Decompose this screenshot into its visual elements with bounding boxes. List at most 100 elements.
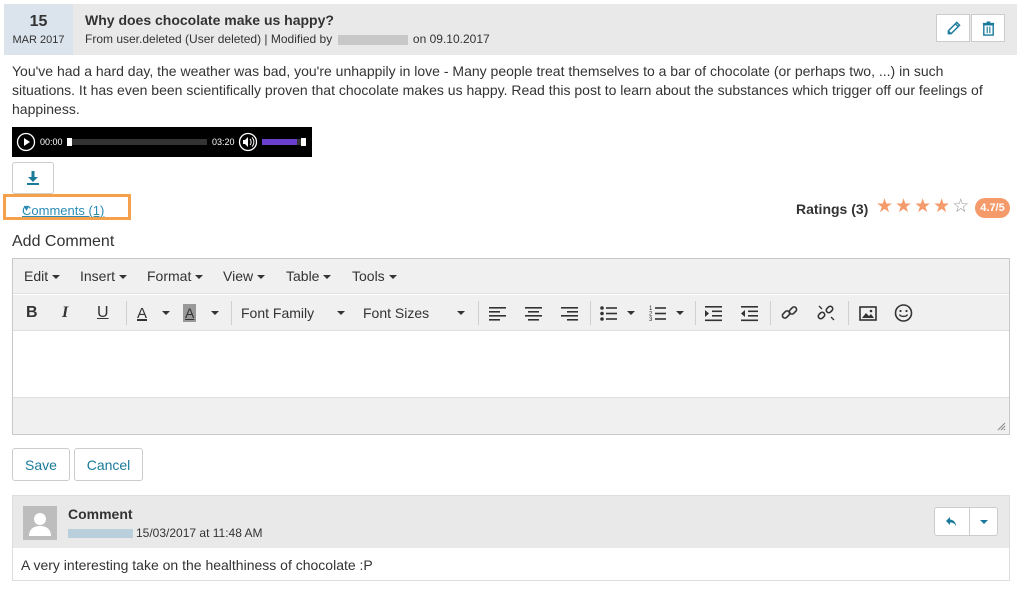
editor-toolbar: B I U A A Font Family Font Sizes 123 bbox=[13, 295, 1009, 331]
italic-button[interactable]: I bbox=[62, 303, 68, 323]
editor-menubar: Edit Insert Format View Table Tools bbox=[13, 259, 1009, 294]
link-icon[interactable] bbox=[781, 303, 799, 323]
chevron-down-icon bbox=[337, 311, 345, 315]
chevron-down-icon bbox=[676, 311, 684, 315]
post-meta-prefix: From user.deleted (User deleted) | Modif… bbox=[85, 32, 333, 46]
font-size-select[interactable]: Font Sizes bbox=[363, 303, 465, 323]
comment-meta: 15/03/2017 at 11:48 AM bbox=[68, 526, 263, 540]
add-comment-heading: Add Comment bbox=[12, 233, 115, 250]
star-icon[interactable]: ★ bbox=[914, 196, 931, 218]
image-icon[interactable] bbox=[859, 303, 877, 323]
toolbar-divider bbox=[695, 301, 696, 325]
volume-icon[interactable] bbox=[238, 132, 258, 152]
avatar bbox=[23, 506, 57, 540]
rating-badge: 4.7/5 bbox=[975, 198, 1010, 218]
comments-toggle[interactable]: ▼ Comments (1) bbox=[3, 194, 131, 220]
play-icon[interactable] bbox=[16, 132, 36, 152]
download-icon bbox=[27, 171, 39, 185]
comment-text: A very interesting take on the healthine… bbox=[21, 557, 373, 573]
audio-current-time: 00:00 bbox=[40, 137, 63, 147]
reply-button[interactable] bbox=[935, 508, 970, 535]
toolbar-divider bbox=[231, 301, 232, 325]
delete-post-button[interactable] bbox=[971, 14, 1005, 42]
toolbar-divider bbox=[848, 301, 849, 325]
editor-content-area[interactable] bbox=[13, 332, 1009, 398]
volume-slider[interactable] bbox=[262, 138, 306, 146]
bg-color-dropdown[interactable] bbox=[211, 303, 219, 323]
svg-text:3: 3 bbox=[649, 317, 653, 323]
comment-editor: Edit Insert Format View Table Tools B I … bbox=[12, 258, 1010, 435]
outdent-icon[interactable] bbox=[705, 303, 722, 323]
align-left-icon[interactable] bbox=[489, 303, 506, 323]
comment-header: Comment 15/03/2017 at 11:48 AM bbox=[13, 496, 1009, 548]
post-day: 15 bbox=[29, 13, 48, 30]
comment-more-dropdown[interactable] bbox=[970, 508, 997, 535]
comment-actions bbox=[934, 507, 998, 536]
bullet-list-icon[interactable] bbox=[600, 303, 617, 323]
numbered-list-icon[interactable]: 123 bbox=[649, 303, 666, 323]
toolbar-divider bbox=[126, 301, 127, 325]
font-family-label: Font Family bbox=[241, 305, 315, 321]
star-icon[interactable]: ★ bbox=[876, 196, 893, 218]
numbered-list-dropdown[interactable] bbox=[676, 303, 684, 323]
post-title: Why does chocolate make us happy? bbox=[85, 12, 334, 28]
chevron-down-icon bbox=[162, 311, 170, 315]
emoticon-icon[interactable] bbox=[894, 303, 913, 323]
star-icon[interactable]: ★ bbox=[933, 196, 950, 218]
resize-handle-icon[interactable] bbox=[997, 422, 1006, 431]
align-center-icon[interactable] bbox=[525, 303, 542, 323]
bg-color-button[interactable]: A bbox=[183, 304, 197, 322]
bullet-list-dropdown[interactable] bbox=[627, 303, 635, 323]
indent-icon[interactable] bbox=[741, 303, 758, 323]
audio-seek-bar[interactable] bbox=[67, 138, 207, 146]
star-icon[interactable]: ★ bbox=[895, 196, 912, 218]
post-date: 15 MAR 2017 bbox=[4, 4, 73, 55]
audio-duration: 03:20 bbox=[212, 137, 235, 147]
bold-button[interactable]: B bbox=[26, 303, 38, 323]
comment-timestamp: 15/03/2017 at 11:48 AM bbox=[136, 526, 263, 540]
menu-format[interactable]: Format bbox=[147, 268, 203, 284]
reply-icon bbox=[946, 516, 956, 526]
toolbar-divider bbox=[770, 301, 771, 325]
star-icon[interactable]: ☆ bbox=[952, 196, 969, 218]
audio-player: 00:00 03:20 bbox=[12, 127, 312, 157]
menu-tools[interactable]: Tools bbox=[352, 268, 397, 284]
toolbar-divider bbox=[478, 301, 479, 325]
unlink-icon[interactable] bbox=[817, 303, 835, 323]
chevron-down-icon bbox=[211, 311, 219, 315]
font-size-label: Font Sizes bbox=[363, 305, 430, 321]
chevron-down-icon bbox=[457, 311, 465, 315]
post-meta: From user.deleted (User deleted) | Modif… bbox=[85, 32, 490, 46]
seek-handle[interactable] bbox=[67, 138, 72, 146]
post-month: MAR 2017 bbox=[12, 34, 65, 46]
text-color-button[interactable]: A bbox=[137, 303, 147, 323]
underline-button[interactable]: U bbox=[97, 303, 109, 323]
download-button[interactable] bbox=[12, 162, 54, 194]
comment-item: Comment 15/03/2017 at 11:48 AM A very in… bbox=[12, 495, 1010, 581]
chevron-down-icon bbox=[627, 311, 635, 315]
toolbar-divider bbox=[590, 301, 591, 325]
chevron-down-icon bbox=[979, 519, 988, 524]
rating-stars[interactable]: ★ ★ ★ ★ ☆ bbox=[876, 196, 969, 218]
cancel-button[interactable]: Cancel bbox=[74, 448, 143, 481]
trash-icon bbox=[982, 20, 994, 36]
text-color-dropdown[interactable] bbox=[162, 303, 170, 323]
user-silhouette-icon bbox=[29, 513, 51, 536]
post-meta-suffix: on 09.10.2017 bbox=[412, 32, 490, 46]
post-body: You've had a hard day, the weather was b… bbox=[12, 63, 983, 117]
font-family-select[interactable]: Font Family bbox=[241, 303, 345, 323]
menu-table[interactable]: Table bbox=[286, 268, 331, 284]
volume-handle[interactable] bbox=[301, 138, 306, 146]
comments-toggle-label: Comments (1) bbox=[22, 203, 105, 218]
menu-edit[interactable]: Edit bbox=[24, 268, 60, 284]
pencil-icon bbox=[947, 20, 961, 34]
editor-statusbar bbox=[13, 397, 1009, 434]
align-right-icon[interactable] bbox=[561, 303, 578, 323]
edit-post-button[interactable] bbox=[936, 14, 970, 42]
ratings-label: Ratings (3) bbox=[796, 201, 869, 217]
menu-view[interactable]: View bbox=[223, 268, 265, 284]
save-button[interactable]: Save bbox=[12, 448, 70, 481]
comment-title: Comment bbox=[68, 506, 133, 522]
menu-insert[interactable]: Insert bbox=[80, 268, 127, 284]
redacted-username bbox=[68, 529, 133, 539]
